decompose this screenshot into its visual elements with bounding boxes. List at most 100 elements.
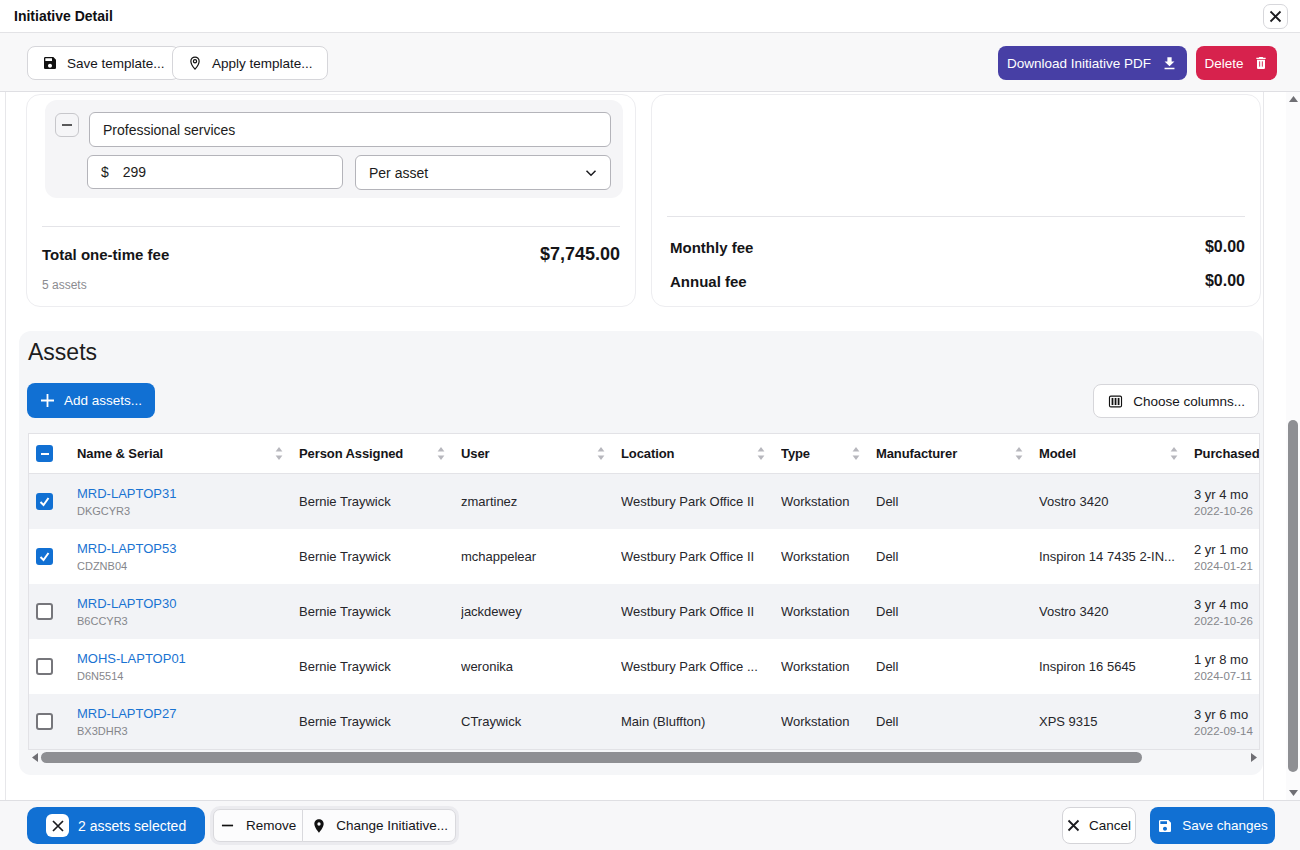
save-changes-button[interactable]: Save changes	[1150, 807, 1275, 844]
col-header-manufacturer[interactable]: Manufacturer	[876, 446, 957, 461]
asset-name-link[interactable]: MRD-LAPTOP30	[77, 596, 289, 611]
download-pdf-button[interactable]: Download Initiative PDF	[998, 46, 1187, 80]
asset-type: Workstation	[781, 494, 866, 509]
scroll-left-icon[interactable]	[31, 753, 40, 762]
table-row: MRD-LAPTOP31DKGCYR3 Bernie Traywick zmar…	[29, 474, 1259, 529]
asset-name-link[interactable]: MRD-LAPTOP27	[77, 706, 289, 721]
table-row: MOHS-LAPTOP01D6N5514 Bernie Traywick wer…	[29, 639, 1259, 694]
horizontal-scrollbar-thumb[interactable]	[41, 752, 1142, 763]
divider	[667, 216, 1245, 217]
asset-user: mchappelear	[461, 549, 611, 564]
asset-user: jackdewey	[461, 604, 611, 619]
change-initiative-button[interactable]: Change Initiative...	[302, 809, 456, 842]
pin-icon	[187, 55, 203, 71]
sort-icon[interactable]	[1170, 447, 1178, 460]
sort-icon[interactable]	[852, 447, 860, 460]
col-header-model[interactable]: Model	[1039, 446, 1076, 461]
scroll-down-icon[interactable]	[1289, 788, 1298, 797]
remove-button[interactable]: Remove	[213, 809, 303, 842]
person-assigned: Bernie Traywick	[299, 604, 451, 619]
minus-icon	[221, 819, 234, 832]
sort-icon[interactable]	[757, 447, 765, 460]
vertical-scrollbar[interactable]	[1286, 92, 1300, 800]
chevron-down-icon	[582, 164, 600, 182]
sort-icon[interactable]	[1015, 447, 1023, 460]
table-row: MRD-LAPTOP30 B6CCYR3 Bernie Traywick jack…	[29, 584, 1259, 639]
monthly-fee-value: $0.00	[1205, 238, 1245, 256]
col-header-user[interactable]: User	[461, 446, 490, 461]
fee-unit-select[interactable]: Per asset	[355, 155, 611, 190]
pin-icon	[311, 818, 327, 834]
row-checkbox[interactable]	[36, 493, 53, 510]
change-initiative-label: Change Initiative...	[336, 818, 448, 833]
select-all-checkbox[interactable]	[36, 445, 53, 462]
asset-user: weronika	[461, 659, 611, 674]
asset-name-link[interactable]: MOHS-LAPTOP01	[77, 651, 289, 666]
horizontal-scrollbar[interactable]	[28, 750, 1260, 765]
save-template-button[interactable]: Save template...	[27, 46, 180, 80]
row-checkbox[interactable]	[36, 713, 53, 730]
add-assets-button[interactable]: Add assets...	[27, 383, 155, 418]
asset-serial: BX3DHR3	[77, 725, 289, 737]
asset-age: 1 yr 8 mo	[1194, 652, 1259, 667]
fee-name-value: Professional services	[103, 122, 235, 138]
fee-name-input[interactable]: Professional services	[89, 112, 611, 147]
col-header-person[interactable]: Person Assigned	[299, 446, 403, 461]
scroll-up-icon[interactable]	[1289, 95, 1298, 104]
selected-assets-label: 2 assets selected	[78, 818, 186, 834]
row-checkbox[interactable]	[36, 603, 53, 620]
apply-template-button[interactable]: Apply template...	[172, 46, 328, 80]
delete-button[interactable]: Delete	[1196, 46, 1277, 80]
asset-serial: D6N5514	[77, 670, 289, 682]
col-header-type[interactable]: Type	[781, 446, 810, 461]
person-assigned: Bernie Traywick	[299, 549, 451, 564]
row-checkbox[interactable]	[36, 548, 53, 565]
asset-model: Inspiron 14 7435 2-IN...	[1039, 549, 1184, 564]
cancel-button[interactable]: Cancel	[1062, 807, 1136, 844]
modal-title: Initiative Detail	[14, 8, 113, 24]
divider	[42, 226, 620, 227]
col-header-location[interactable]: Location	[621, 446, 674, 461]
asset-serial: B6CCYR3	[77, 615, 289, 627]
modal-body: Professional services $ 299 Per asset To…	[5, 92, 1264, 800]
clear-selection-icon[interactable]	[46, 814, 69, 837]
fee-line-item: Professional services $ 299 Per asset	[45, 100, 623, 198]
assets-heading: Assets	[28, 339, 97, 366]
bulk-actions-group: Remove Change Initiative...	[210, 806, 459, 845]
scroll-right-icon[interactable]	[1249, 753, 1258, 762]
download-pdf-label: Download Initiative PDF	[1007, 56, 1151, 71]
modal-footer: 2 assets selected Remove Change Initiati…	[0, 800, 1300, 850]
asset-manufacturer: Dell	[876, 494, 1029, 509]
choose-columns-button[interactable]: Choose columns...	[1093, 384, 1259, 418]
asset-purchase-date: 2024-01-21	[1194, 560, 1259, 572]
selected-assets-button[interactable]: 2 assets selected	[27, 807, 205, 844]
asset-model: Vostro 3420	[1039, 494, 1184, 509]
choose-columns-label: Choose columns...	[1133, 394, 1245, 409]
col-header-purchased[interactable]: Purchased	[1194, 446, 1259, 461]
sort-icon[interactable]	[597, 447, 605, 460]
asset-name-link[interactable]: MRD-LAPTOP31	[77, 486, 289, 501]
sort-icon[interactable]	[275, 447, 283, 460]
sort-icon[interactable]	[437, 447, 445, 460]
asset-purchase-date: 2022-09-14	[1194, 725, 1259, 737]
fee-amount-input[interactable]: $ 299	[87, 155, 343, 189]
asset-manufacturer: Dell	[876, 549, 1029, 564]
asset-user: CTraywick	[461, 714, 611, 729]
modal-header: Initiative Detail	[0, 0, 1300, 33]
asset-name-link[interactable]: MRD-LAPTOP53	[77, 541, 289, 556]
assets-table: Name & Serial Person Assigned User Locat…	[28, 433, 1260, 750]
delete-label: Delete	[1204, 56, 1243, 71]
close-icon	[1269, 10, 1282, 23]
fee-amount-value: 299	[123, 164, 146, 180]
asset-purchase-date: 2022-10-26	[1194, 505, 1259, 517]
annual-fee-row: Annual fee $0.00	[670, 272, 1245, 290]
monthly-fee-row: Monthly fee $0.00	[670, 238, 1245, 256]
remove-label: Remove	[246, 818, 296, 833]
vertical-scrollbar-thumb[interactable]	[1288, 420, 1298, 772]
remove-fee-button[interactable]	[55, 113, 79, 137]
row-checkbox[interactable]	[36, 658, 53, 675]
col-header-name-serial[interactable]: Name & Serial	[77, 446, 163, 461]
add-assets-label: Add assets...	[64, 393, 142, 408]
close-button[interactable]	[1263, 4, 1288, 29]
asset-location: Main (Bluffton)	[621, 714, 771, 729]
